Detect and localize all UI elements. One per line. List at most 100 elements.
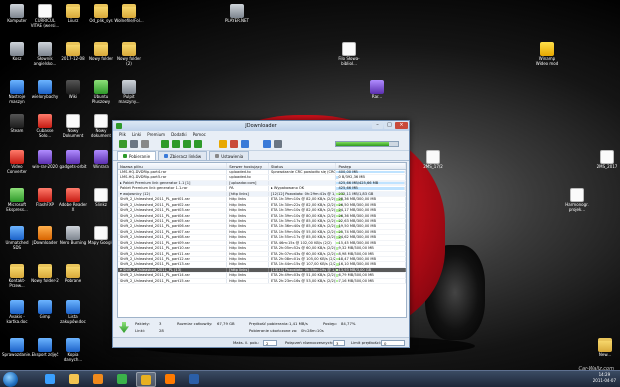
- max-downloads-spinner[interactable]: 2: [263, 340, 277, 346]
- desktop-icon[interactable]: Cubasse Solo...: [30, 114, 60, 146]
- file-name-cell: Pakiet Premium link generator 1.1.rar: [118, 186, 228, 191]
- move-top-icon[interactable]: [161, 140, 169, 148]
- desktop-icon[interactable]: Sprawozdanie...: [2, 338, 34, 370]
- stop-downloads-icon[interactable]: [141, 140, 149, 148]
- desktop-icon[interactable]: Nowy Dokument: [58, 114, 88, 146]
- pause-downloads-icon[interactable]: [130, 140, 138, 148]
- desktop-icon[interactable]: Microsoft Ekspress...: [2, 188, 32, 220]
- desktop-icon[interactable]: Ubuntu Pluszowy: [86, 80, 116, 112]
- desktop-icon[interactable]: Kontakt-Przew...: [2, 264, 32, 296]
- desktop-icon[interactable]: Kosz: [2, 42, 32, 74]
- system-clock[interactable]: 14:29 2011-04-07: [593, 372, 616, 384]
- desktop-icon[interactable]: win-rar-2020: [30, 150, 60, 182]
- start-button[interactable]: [3, 372, 18, 387]
- desktop-icon[interactable]: CURRICUL VITAE (wersi...: [30, 4, 60, 36]
- tab-pobieranie[interactable]: Pobieranie: [117, 151, 157, 160]
- desktop-icon[interactable]: Video Converter: [2, 150, 32, 182]
- desktop-icon[interactable]: Od_plik_sys: [86, 4, 116, 36]
- move-bottom-icon[interactable]: [194, 140, 202, 148]
- taskbar-button[interactable]: [160, 372, 180, 387]
- menu-pomoc[interactable]: Pomoc: [193, 131, 206, 138]
- move-up-icon[interactable]: [172, 140, 180, 148]
- desktop-icon[interactable]: Rar...: [362, 80, 392, 112]
- desktop-icon[interactable]: Nero Burning: [58, 226, 88, 258]
- menu-premium[interactable]: Premium: [147, 131, 165, 138]
- refresh-icon[interactable]: [263, 140, 271, 148]
- taskbar-button[interactable]: [184, 372, 204, 387]
- desktop-icon-label: Eksport zdjęć: [31, 352, 59, 357]
- table-row[interactable]: Shift_2_Unleashed_2011_PL_part15.rar http…: [118, 278, 406, 285]
- desktop-icon-label: Gimp: [39, 314, 51, 319]
- column-progress[interactable]: Postęp: [336, 163, 406, 169]
- column-name[interactable]: Nazwa pliku: [118, 163, 228, 169]
- move-down-icon[interactable]: [183, 140, 191, 148]
- premium-icon[interactable]: [241, 140, 249, 148]
- desktop-icon[interactable]: Unmatched SDS: [2, 226, 32, 258]
- desktop-icon[interactable]: PLAYER.NET: [222, 4, 252, 36]
- desktop-icon[interactable]: Steam: [2, 114, 32, 146]
- settings-icon[interactable]: [274, 140, 282, 148]
- desktop-icon[interactable]: 2MS_17/2: [418, 150, 448, 182]
- desktop-icon[interactable]: 2MS_2017: [592, 150, 620, 182]
- window-titlebar[interactable]: JDownloader – □ ×: [113, 121, 409, 131]
- desktop-icon[interactable]: FlashFXP: [30, 188, 60, 220]
- desktop-icon[interactable]: Nowy folder: [86, 42, 116, 74]
- desktop-icon[interactable]: Eksport zdjęć: [30, 338, 60, 370]
- desktop-icon[interactable]: Wiki: [58, 80, 88, 112]
- desktop-icon[interactable]: Komputer: [2, 4, 32, 36]
- desktop-icon[interactable]: Lista zakupów.doc: [58, 300, 88, 332]
- host-cell: http links: [227, 197, 269, 202]
- document-icon: [94, 188, 108, 202]
- desktop-icon[interactable]: JDownloader: [30, 226, 60, 258]
- max-connections-spinner[interactable]: 3: [333, 340, 345, 346]
- desktop-icon[interactable]: New...: [590, 338, 620, 370]
- desktop-icon[interactable]: Kopia danych...: [58, 338, 88, 370]
- file-name-cell: ▸ Pakiet Premium link generator 1.1 [1]: [118, 180, 228, 186]
- desktop-icon[interactable]: 2017-12-08: [58, 42, 88, 74]
- clipboard-monitor-icon[interactable]: [219, 140, 227, 148]
- desktop-icon[interactable]: Słownik angielsko...: [30, 42, 60, 74]
- taskbar-button[interactable]: [64, 372, 84, 387]
- desktop-icon[interactable]: Nastroje maszyn: [2, 80, 32, 112]
- desktop-icon[interactable]: Wolnefile/Fol...: [114, 4, 144, 36]
- table-body: LMS-HQ-DVDRip.part4.rar uploaded.to Sprawd…: [118, 170, 406, 285]
- maximize-button[interactable]: □: [384, 122, 395, 129]
- desktop-icon[interactable]: Gimp: [30, 300, 60, 332]
- menu-plik[interactable]: Plik: [119, 131, 126, 138]
- desktop-icon[interactable]: Nowy folder-2: [30, 264, 60, 296]
- desktop-icon[interactable]: Winamp Wideo mod: [532, 42, 562, 74]
- desktop-icon[interactable]: Pulpit maszyny...: [114, 80, 144, 112]
- speed-limit-spinner[interactable]: 0: [381, 340, 405, 346]
- start-downloads-icon[interactable]: [119, 140, 127, 148]
- desktop-icon-label: CURRICUL VITAE (wersi...: [30, 18, 60, 28]
- taskbar-button[interactable]: [40, 372, 60, 387]
- desktop-icon[interactable]: Filo Słowa-bibliol...: [334, 42, 364, 74]
- taskbar-button[interactable]: [112, 372, 132, 387]
- menu-dodatki[interactable]: Dodatki: [171, 131, 187, 138]
- desktop-icon[interactable]: wielorybachy: [30, 80, 60, 112]
- reconnect-icon[interactable]: [230, 140, 238, 148]
- desktop-icon[interactable]: Pobrane: [58, 264, 88, 296]
- status-cell: ETA 2h:05m:52s @ 60,00 KB/s (2/2): [270, 246, 337, 251]
- close-button[interactable]: ×: [395, 122, 408, 129]
- desktop-icon[interactable]: Avakis - kartka.doc: [2, 300, 32, 332]
- minimize-button[interactable]: –: [372, 122, 383, 129]
- column-host[interactable]: Serwer hostujący: [227, 163, 269, 169]
- folder-icon: [38, 264, 52, 278]
- tab-zbieracz-linkow[interactable]: Zbieracz linków: [158, 151, 208, 160]
- tab-ustawienia[interactable]: Ustawienia: [209, 151, 250, 160]
- media-player-icon: [93, 374, 103, 384]
- menu-linki[interactable]: Linki: [132, 131, 141, 138]
- media-player-icon: [230, 4, 244, 18]
- desktop-icon[interactable]: gadgets-orbit: [58, 150, 88, 182]
- add-links-arrow-icon[interactable]: [119, 322, 129, 333]
- taskbar-button[interactable]: [88, 372, 108, 387]
- file-name-cell: ▾ wojownicy (12): [118, 191, 228, 197]
- desktop-icon[interactable]: Nowy folder (2): [114, 42, 144, 74]
- column-status[interactable]: Status: [269, 163, 337, 169]
- desktop-icon[interactable]: Liiurz: [58, 4, 88, 36]
- desktop-icon[interactable]: Adobe Reader X: [58, 188, 88, 220]
- desktop-icon[interactable]: Harmonogr. projek...: [562, 188, 592, 220]
- document-icon: [38, 4, 52, 18]
- taskbar-button[interactable]: [136, 372, 156, 387]
